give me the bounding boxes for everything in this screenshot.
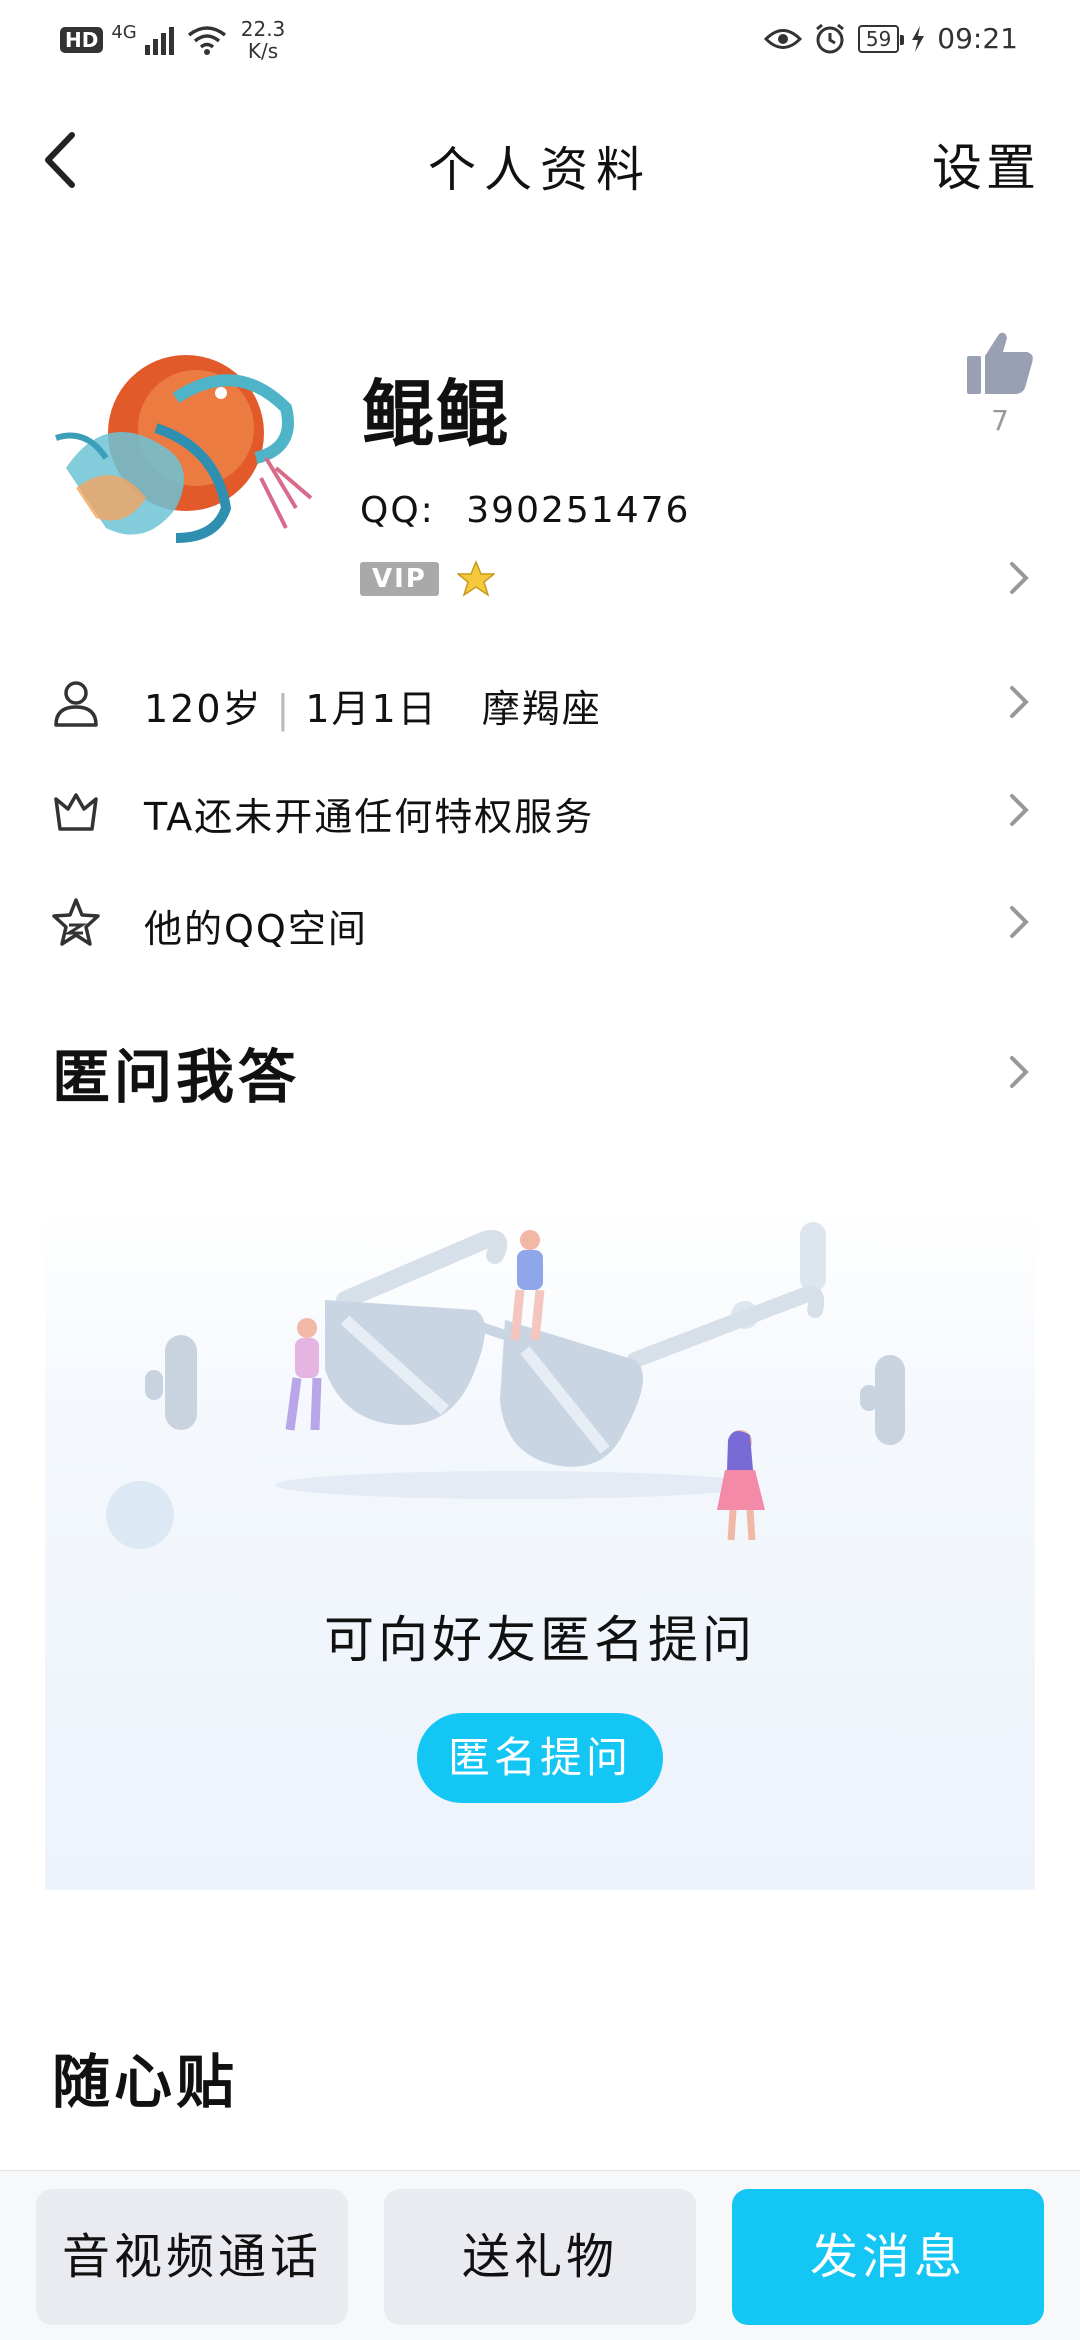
charging-icon [912,25,925,52]
nickname: 鲲鲲 [362,372,511,456]
anon-card: 可向好友匿名提问 匿名提问 [45,1210,1035,1890]
privilege-text: TA还未开通任何特权服务 [144,795,595,839]
qq-number-line: QQ: 390251476 [360,490,690,531]
nav-bar: 个人资料 设置 [0,100,1080,220]
send-message-button[interactable]: 发消息 [732,2189,1044,2325]
privilege-row[interactable]: TA还未开通任何特权服务 [0,760,1080,860]
avatar-image [55,355,313,543]
divider: | [276,687,292,731]
birthday: 1月1日 [305,687,438,731]
crown-icon [54,793,98,831]
alarm-icon [815,23,844,53]
chevron-right-icon [1010,686,1029,718]
bottom-action-bar: 音视频通话 送礼物 发消息 [0,2170,1080,2340]
signal-icon [144,27,174,55]
clock: 09:21 [937,22,1018,55]
speed-value: 22.3 [240,17,286,41]
qzone-star-icon [52,898,100,946]
network-speed: 22.3 K/s [241,18,286,62]
person-icon [54,681,98,727]
chevron-right-icon [1010,794,1029,826]
eye-icon [763,28,802,49]
anon-section-title[interactable]: 匿问我答 [52,1030,300,1114]
settings-button[interactable]: 设置 [932,128,1040,200]
profile-chevron-icon[interactable] [1004,558,1034,598]
qzone-text: 他的QQ空间 [144,907,368,951]
vip-badge: VIP [360,562,439,596]
anon-prompt: 可向好友匿名提问 [324,1611,756,1669]
star-badge-icon [456,560,495,597]
age: 120岁 [144,687,263,731]
speed-unit: K/s [247,39,279,63]
video-call-button[interactable]: 音视频通话 [36,2189,348,2325]
sunglasses-illustration [106,1222,905,1549]
badge-row[interactable]: VIP [360,560,495,598]
status-bar: HD 4G 22.3 K/s 59 09:21 [0,0,1080,80]
zodiac: 摩羯座 [481,687,602,731]
like-count: 7 [991,404,1009,437]
basic-info-row[interactable]: 120岁 | 1月1日 摩羯座 [0,652,1080,752]
status-left: HD 4G 22.3 K/s [60,18,285,62]
thumbs-up-icon [967,332,1033,394]
status-right: 59 09:21 [763,22,1018,55]
avatar[interactable] [46,338,320,558]
qq-number: 390251476 [466,490,691,531]
anon-chevron-icon[interactable] [1004,1052,1034,1092]
like-button[interactable]: 7 [960,330,1040,437]
battery-indicator: 59 [857,24,905,53]
qq-label: QQ: [360,490,435,531]
stickers-section-title[interactable]: 随心贴 [52,2035,238,2119]
wifi-icon [187,26,226,55]
network-type: 4G [111,21,137,43]
qzone-row[interactable]: 他的QQ空间 [0,872,1080,972]
send-gift-button[interactable]: 送礼物 [384,2189,696,2325]
hd-badge: HD [60,27,104,53]
basic-info-text: 120岁 | 1月1日 摩羯座 [144,678,602,733]
page-title: 个人资料 [427,142,652,198]
chevron-right-icon [1010,906,1029,938]
anon-ask-button[interactable]: 匿名提问 [417,1713,663,1803]
